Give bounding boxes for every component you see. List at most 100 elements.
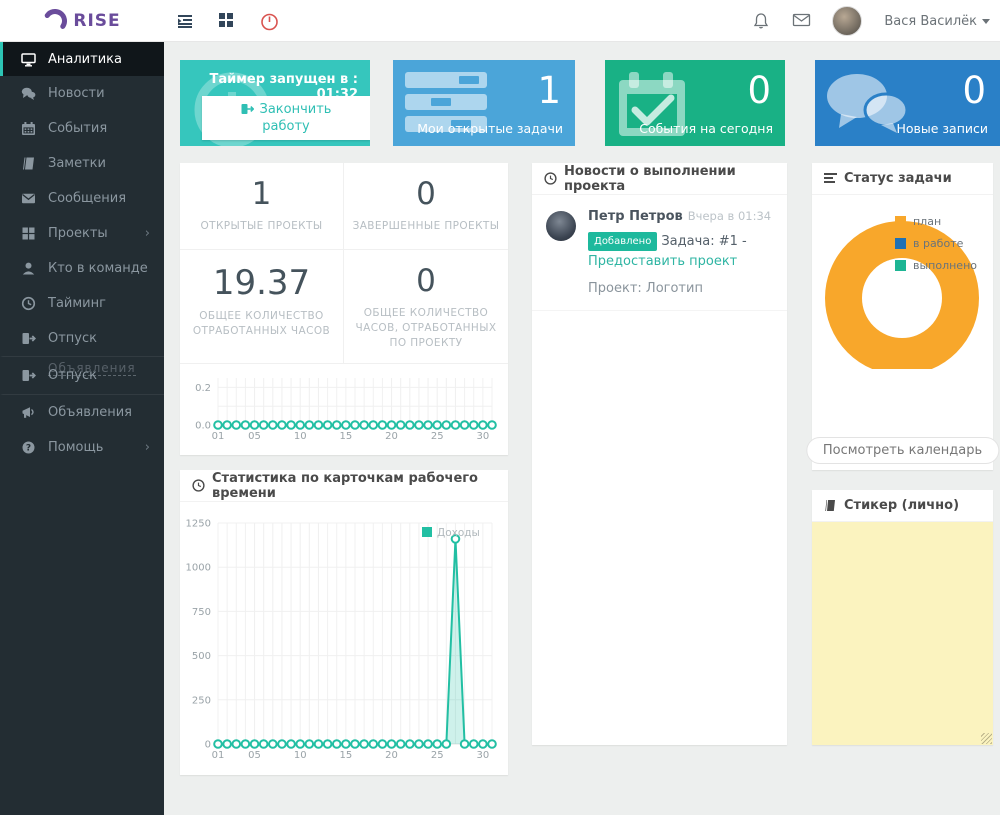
news-timestamp: Вчера в 01:34 — [688, 209, 771, 223]
project-news-panel: Новости о выполнении проекта Петр Петров… — [532, 163, 787, 745]
sidebar-item-timing[interactable]: Тайминг — [0, 286, 164, 321]
legend-item: план — [895, 215, 977, 228]
sidebar-item-vacation-2[interactable]: ОтпускОбъявления — [0, 356, 164, 395]
svg-text:01: 01 — [212, 431, 225, 442]
signout-icon — [21, 368, 36, 383]
svg-text:250: 250 — [192, 695, 211, 706]
open-tasks-label: Мои открытые задачи — [417, 121, 563, 136]
svg-text:0.0: 0.0 — [195, 421, 211, 432]
task-link[interactable]: Предоставить проект — [588, 254, 737, 269]
status-panel-title: Статус задачи — [844, 171, 952, 186]
events-today-card[interactable]: 0 События на сегодня — [605, 60, 785, 146]
clock-icon — [544, 172, 557, 185]
mail-icon[interactable] — [792, 12, 810, 30]
donut-legend: план в работе выполнено — [895, 215, 977, 281]
megaphone-icon — [21, 405, 36, 420]
task-status-panel: Статус задачи планв работевыполнено Посм… — [812, 163, 993, 470]
sidebar-item-projects[interactable]: Проекты › — [0, 216, 164, 251]
open-tasks-card[interactable]: 1 Мои открытые задачи — [393, 60, 575, 146]
sidebar-item-help[interactable]: ?Помощь› — [0, 430, 164, 465]
new-posts-count: 0 — [962, 72, 986, 109]
signout-icon — [21, 331, 36, 346]
news-post: Петр ПетровВчера в 01:34 ДобавленоЗадача… — [532, 195, 787, 311]
news-text: Задача: #1 - — [661, 234, 746, 249]
stat-value: 1 — [180, 177, 343, 213]
stat-value: 0 — [344, 177, 508, 213]
news-project-line: Проект: Логотип — [588, 281, 773, 296]
svg-text:1250: 1250 — [186, 519, 211, 530]
legend-swatch — [895, 238, 906, 249]
dashboard-page: RISE Вася Василёк АналитикаНовостиСобы — [0, 0, 1000, 815]
news-panel-title: Новости о выполнении проекта — [564, 164, 775, 194]
calendar-icon — [21, 121, 36, 136]
bell-icon[interactable] — [752, 12, 770, 30]
svg-text:05: 05 — [248, 431, 261, 442]
sidebar-item-messages[interactable]: Сообщения — [0, 181, 164, 216]
stat-label: ОТКРЫТЫЕ ПРОЕКТЫ — [180, 219, 343, 234]
list-indent-icon[interactable] — [176, 12, 194, 30]
stat-value: 0 — [344, 264, 508, 300]
new-posts-card[interactable]: 0 Новые записи — [815, 60, 1000, 146]
stat-cell: 1 ОТКРЫТЫЕ ПРОЕКТЫ — [180, 163, 344, 250]
svg-text:30: 30 — [476, 750, 489, 761]
sidebar: Аналитика Новости События Заметки Сообщения П… — [0, 42, 164, 815]
help-icon: ? — [21, 440, 36, 455]
sidebar-item-label: Заметки — [48, 156, 106, 171]
sidebar-item-vacation[interactable]: Отпуск — [0, 321, 164, 356]
news-author[interactable]: Петр Петров — [588, 209, 683, 224]
user-menu[interactable]: Вася Василёк — [884, 14, 990, 29]
svg-text:10: 10 — [294, 431, 307, 442]
svg-text:15: 15 — [339, 750, 352, 761]
sidebar-item-news[interactable]: Новости — [0, 76, 164, 111]
grid-icon[interactable] — [218, 12, 236, 30]
sidebar-item-events[interactable]: События — [0, 111, 164, 146]
legend-label: выполнено — [913, 259, 977, 272]
stop-work-button[interactable]: Закончить работу — [202, 96, 370, 140]
stat-label: ОБЩЕЕ КОЛИЧЕСТВО ЧАСОВ, ОТРАБОТАННЫХ ПО … — [344, 306, 508, 352]
clock-icon — [21, 296, 36, 311]
user-avatar[interactable] — [832, 6, 862, 36]
chevron-right-icon: › — [145, 226, 150, 241]
sidebar-item-label: Помощь — [48, 440, 103, 455]
timer-card: Таймер запущен в : 01:32 Закончить работ… — [180, 60, 370, 146]
events-today-count: 0 — [747, 72, 771, 109]
new-posts-label: Новые записи — [896, 121, 988, 136]
user-icon — [21, 261, 36, 276]
svg-text:25: 25 — [431, 750, 444, 761]
open-tasks-count: 1 — [537, 72, 561, 109]
brand[interactable]: RISE — [0, 0, 164, 42]
sidebar-item-notes[interactable]: Заметки — [0, 146, 164, 181]
svg-text:0.2: 0.2 — [195, 383, 211, 394]
stat-label: ЗАВЕРШЕННЫЕ ПРОЕКТЫ — [344, 219, 508, 234]
stat-label: ОБЩЕЕ КОЛИЧЕСТВО ОТРАБОТАННЫХ ЧАСОВ — [180, 309, 343, 339]
sidebar-item-team[interactable]: Кто в команде — [0, 251, 164, 286]
tasks-icon — [824, 172, 837, 185]
svg-text:20: 20 — [385, 431, 398, 442]
author-avatar[interactable] — [546, 211, 576, 241]
sidebar-item-label: События — [48, 121, 107, 136]
sidebar-item-label: Отпуск — [48, 368, 97, 383]
legend-swatch — [895, 216, 906, 227]
sidebar-item-analytics[interactable]: Аналитика — [0, 42, 164, 76]
worktime-chart: 02505007501000125001051015202530Доходы — [180, 504, 508, 774]
sticky-note-input[interactable] — [812, 522, 993, 745]
sidebar-item-label: Проекты — [48, 226, 108, 241]
stat-cell: 0 ОБЩЕЕ КОЛИЧЕСТВО ЧАСОВ, ОТРАБОТАННЫХ ПО… — [344, 250, 508, 364]
svg-text:750: 750 — [192, 607, 211, 618]
view-calendar-button[interactable]: Посмотреть календарь — [806, 437, 999, 464]
sidebar-item-label: Сообщения — [48, 191, 126, 206]
sidebar-item-announcements[interactable]: Объявления — [0, 395, 164, 430]
resize-grip[interactable] — [981, 733, 992, 744]
stat-value: 19.37 — [180, 264, 343, 303]
svg-text:0: 0 — [205, 740, 211, 751]
clock-icon — [192, 479, 205, 492]
worktime-panel-title: Статистика по карточкам рабочего времени — [212, 471, 496, 501]
legend-item: в работе — [895, 237, 977, 250]
rise-logo-icon — [43, 9, 67, 33]
book-icon — [824, 499, 837, 512]
svg-text:25: 25 — [431, 431, 444, 442]
svg-text:500: 500 — [192, 651, 211, 662]
timer-icon[interactable] — [260, 12, 278, 30]
sidebar-item-label: Новости — [48, 86, 105, 101]
svg-text:Доходы: Доходы — [437, 527, 480, 539]
